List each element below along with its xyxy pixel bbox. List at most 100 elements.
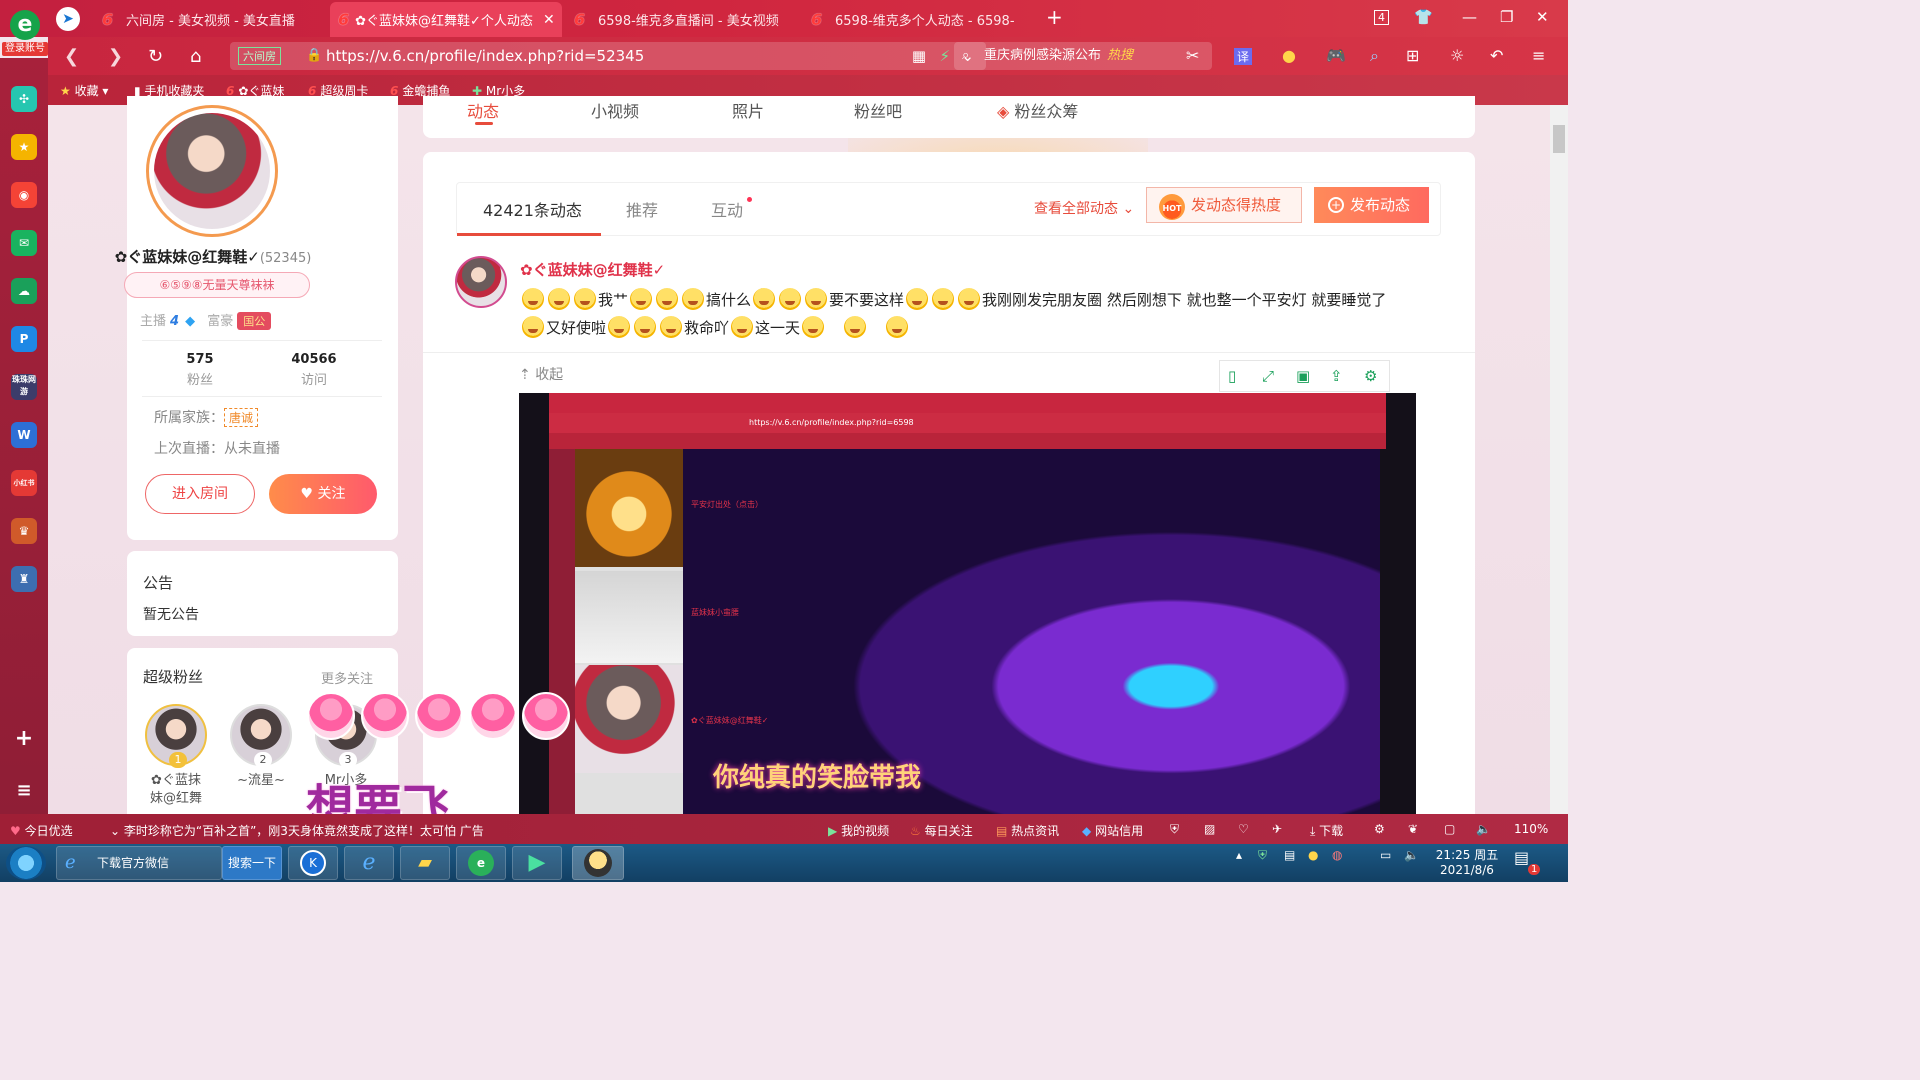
tab-interaction[interactable]: 互动 (711, 197, 743, 221)
refresh-icon[interactable]: ↻ (148, 46, 163, 67)
minimize-icon[interactable]: — (1462, 8, 1477, 26)
game-site-icon[interactable]: 珠珠网游 (11, 374, 37, 400)
volume-icon[interactable]: 🔈 (1476, 822, 1491, 836)
page-scrollbar[interactable] (1550, 105, 1568, 814)
translate-icon[interactable]: 译 (1234, 48, 1253, 65)
nav-tab-photos[interactable]: 照片 (732, 98, 764, 122)
extension-icon[interactable]: ⚙ (1374, 822, 1385, 836)
share-icon[interactable]: ⇪ (1330, 367, 1343, 385)
nav-tab-fan-bar[interactable]: 粉丝吧 (854, 98, 902, 122)
post-image[interactable]: https://v.6.cn/profile/index.php?rid=659… (519, 393, 1416, 814)
nav-tab-short-video[interactable]: 小视频 (591, 98, 639, 122)
save-icon[interactable]: ▣ (1296, 367, 1310, 385)
enter-room-button[interactable]: 进入房间 (145, 474, 255, 514)
magnifier-icon[interactable]: ⌕ (1370, 46, 1379, 66)
notification-icon[interactable]: ▤ (1514, 848, 1529, 867)
fullscreen-icon[interactable]: ⤢ (1262, 367, 1274, 385)
close-window-icon[interactable]: ✕ (1536, 8, 1549, 26)
close-tab-icon[interactable]: ✕ (543, 12, 555, 28)
profile-avatar[interactable] (146, 105, 278, 237)
nav-tab-crowdfunding[interactable]: ◈ 粉丝众筹 (997, 98, 1078, 122)
restore-icon[interactable]: ❐ (1500, 8, 1513, 26)
task-ie[interactable]: ℯ (344, 846, 394, 880)
rocket-icon[interactable]: ✈ (1272, 822, 1282, 836)
tab-liujianfang[interactable]: 6 六间房 - 美女视频 - 美女直播 (94, 2, 326, 37)
zoom-level[interactable]: 110% (1514, 822, 1548, 836)
browser-nav-icon[interactable]: ➤ (56, 7, 80, 31)
task-k-app[interactable]: K (288, 846, 338, 880)
gamepad-icon[interactable]: 🎮 (1326, 46, 1346, 65)
swirl-app-icon[interactable]: ✣ (11, 86, 37, 112)
title-badge[interactable]: ⑥⑤⑨⑧无量天尊袜袜 (124, 272, 310, 298)
news-ticker[interactable]: ⌄ 李时珍称它为“百补之首”，刚3天身体竟然变成了这样！太可怕 广告 (110, 822, 484, 839)
home-icon[interactable]: ⌂ (190, 46, 201, 67)
window-icon[interactable]: ▢ (1444, 822, 1455, 836)
list-icon[interactable]: ≡ (11, 778, 37, 804)
super-fan-1[interactable]: 1 ✿ぐ蓝抹 妹@红舞 (144, 704, 208, 808)
favorite-star-icon[interactable]: ★ (11, 134, 37, 160)
leaf-icon[interactable]: ❦ (1408, 822, 1418, 836)
tab-profile-active[interactable]: 6 ✿ぐ蓝妹妹@红舞鞋✓个人动态 ✕ (330, 2, 562, 37)
url-input[interactable]: 六间房 🔒 https://v.6.cn/profile/index.php?r… (230, 42, 986, 70)
add-icon[interactable]: + (11, 726, 37, 752)
search-input[interactable]: ⌕ 重庆病例感染源公布 热搜 (954, 42, 1212, 70)
my-video-link[interactable]: ▶ 我的视频 (828, 822, 889, 839)
mail-icon[interactable]: ✉ (11, 230, 37, 256)
collapse-button[interactable]: ⇡ 收起 (519, 364, 563, 384)
back-icon[interactable]: ❮ (64, 46, 79, 67)
settings-gear-icon[interactable]: ⚙ (1364, 367, 1377, 385)
task-browser[interactable]: e (456, 846, 506, 880)
publish-dynamic-button[interactable]: + 发布动态 (1314, 187, 1429, 223)
qr-icon[interactable]: ▦ (912, 42, 926, 70)
lightning-icon[interactable]: ⚡ (939, 42, 950, 70)
tray-ime-icon[interactable]: ◍ (1332, 848, 1342, 862)
task-player[interactable]: ▶ (512, 846, 562, 880)
network-icon[interactable]: ▭ (1380, 848, 1391, 862)
tab-6598-profile[interactable]: 6 6598-维克多个人动态 - 6598- (803, 2, 1035, 37)
undo-icon[interactable]: ↶ (1490, 46, 1503, 65)
speaker-icon[interactable]: 🔈 (1404, 848, 1419, 862)
tray-chat-icon[interactable]: ● (1308, 848, 1318, 862)
task-wechat-download[interactable]: ℯ 下载官方微信 (56, 846, 222, 880)
task-avatar-app[interactable] (572, 846, 624, 880)
post-author-avatar[interactable] (455, 256, 507, 308)
super-fan-2[interactable]: 2 ~流星~ (229, 704, 293, 790)
new-tab-icon[interactable]: + (1046, 5, 1063, 29)
image-icon[interactable]: ▨ (1204, 822, 1215, 836)
follow-button[interactable]: ♥ 关注 (269, 474, 377, 514)
shirt-icon[interactable]: 👕 (1414, 8, 1433, 26)
tab-count-badge[interactable]: 4 (1374, 10, 1389, 25)
coin-icon[interactable]: ● (1282, 46, 1296, 65)
hot-news-link[interactable]: ▤ 热点资讯 (996, 822, 1059, 839)
nav-tab-dynamic[interactable]: 动态 (467, 98, 499, 122)
task-search-button[interactable]: 搜索一下 (222, 846, 282, 880)
document-icon[interactable]: W (11, 422, 37, 448)
security-tray-icon[interactable]: ⛨ (1258, 848, 1267, 863)
browser-logo[interactable]: e 登录账号 (2, 4, 48, 58)
tab-recommend[interactable]: 推荐 (626, 197, 658, 221)
p-app-icon[interactable]: P (11, 326, 37, 352)
task-explorer[interactable]: ▰ (400, 846, 450, 880)
post-for-heat-button[interactable]: HOT 发动态得热度 (1146, 187, 1302, 223)
grid-icon[interactable]: ⊞ (1406, 46, 1419, 65)
forward-icon[interactable]: ❯ (108, 46, 123, 67)
xiaohongshu-icon[interactable]: 小红书 (11, 470, 37, 496)
more-follows-link[interactable]: 更多关注 (321, 668, 373, 687)
family-tag[interactable]: 唐诚 (224, 408, 259, 427)
view-all-dynamics[interactable]: 查看全部动态 ⌄ (1034, 198, 1134, 218)
menu-icon[interactable]: ≡ (1532, 46, 1545, 65)
start-button[interactable] (6, 846, 46, 880)
download-link[interactable]: ⤓ 下载 (1310, 822, 1343, 839)
login-account-label[interactable]: 登录账号 (2, 42, 48, 56)
tab-all-dynamics[interactable]: 42421条动态 (483, 197, 582, 221)
tray-up-icon[interactable]: ▴ (1236, 848, 1242, 862)
weibo-icon[interactable]: ◉ (11, 182, 37, 208)
shield-icon[interactable]: ⛨ (1170, 822, 1179, 837)
game-two-icon[interactable]: ♜ (11, 566, 37, 592)
cloud-icon[interactable]: ☁ (11, 278, 37, 304)
scrollbar-thumb[interactable] (1553, 125, 1565, 153)
brightness-icon[interactable]: ☼ (1450, 46, 1464, 65)
fans-stat[interactable]: 575 粉丝 (155, 352, 245, 388)
tray-doc-icon[interactable]: ▤ (1284, 848, 1295, 862)
daily-follow-link[interactable]: ♨ 每日关注 (910, 822, 973, 839)
